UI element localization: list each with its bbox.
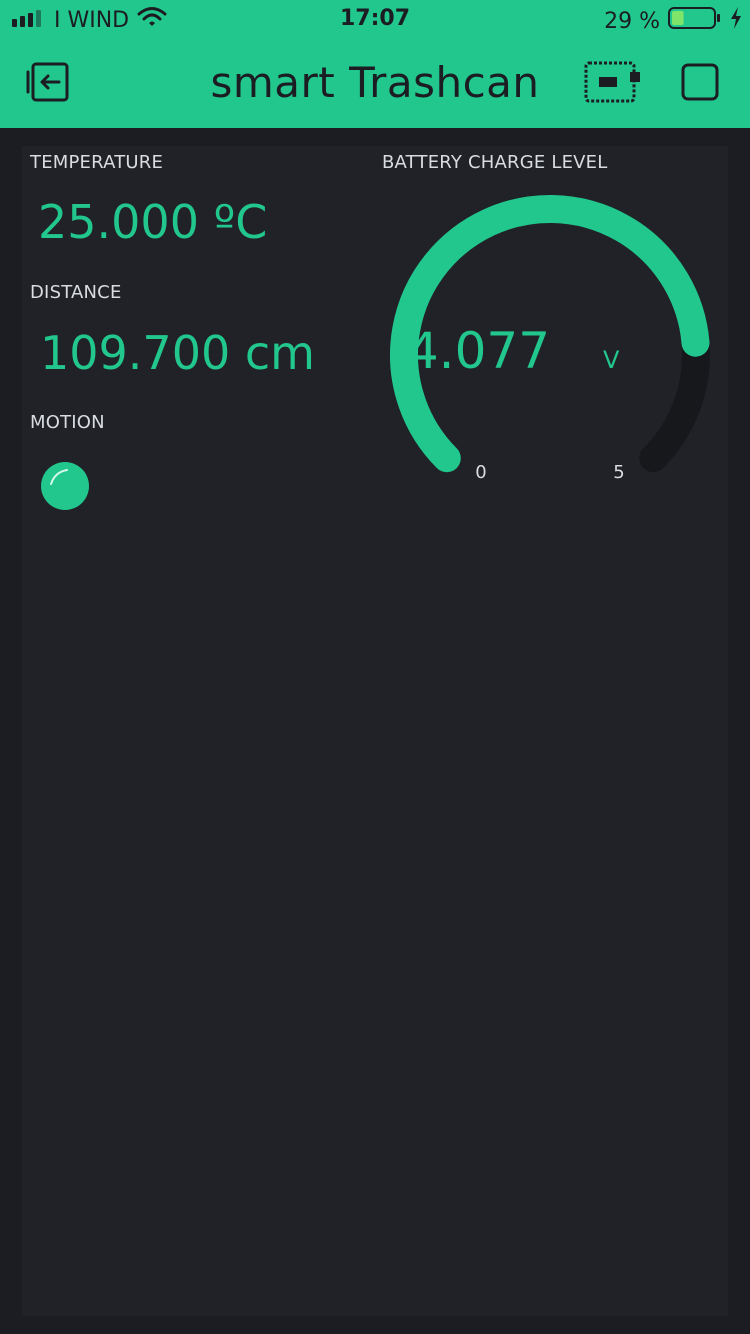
stop-square-icon (680, 62, 720, 106)
status-right: 29 % (604, 6, 742, 36)
battery-icon (668, 6, 722, 36)
battery-value: 4.077 (407, 322, 550, 380)
battery-unit: V (603, 346, 620, 374)
device-board-icon (584, 60, 644, 108)
gauge-min-label: 0 (475, 462, 486, 483)
charging-bolt-icon (730, 7, 742, 35)
app-header: smart Trashcan (0, 40, 750, 128)
distance-label: DISTANCE (30, 282, 122, 303)
status-bar: I WIND 17:07 29 % (0, 0, 750, 40)
temperature-value: 25.000 ºC (38, 195, 268, 249)
battery-percent: 29 % (604, 8, 660, 34)
motion-led-icon (50, 469, 68, 485)
battery-label: BATTERY CHARGE LEVEL (382, 152, 608, 173)
motion-led (41, 462, 89, 510)
battery-gauge: 4.077 V 0 5 (390, 194, 710, 483)
stop-button[interactable] (676, 62, 724, 106)
motion-label: MOTION (30, 412, 105, 433)
temperature-label: TEMPERATURE (30, 152, 164, 173)
device-button[interactable] (584, 60, 644, 108)
distance-value: 109.700 cm (40, 326, 315, 380)
gauge-max-label: 5 (613, 462, 624, 483)
